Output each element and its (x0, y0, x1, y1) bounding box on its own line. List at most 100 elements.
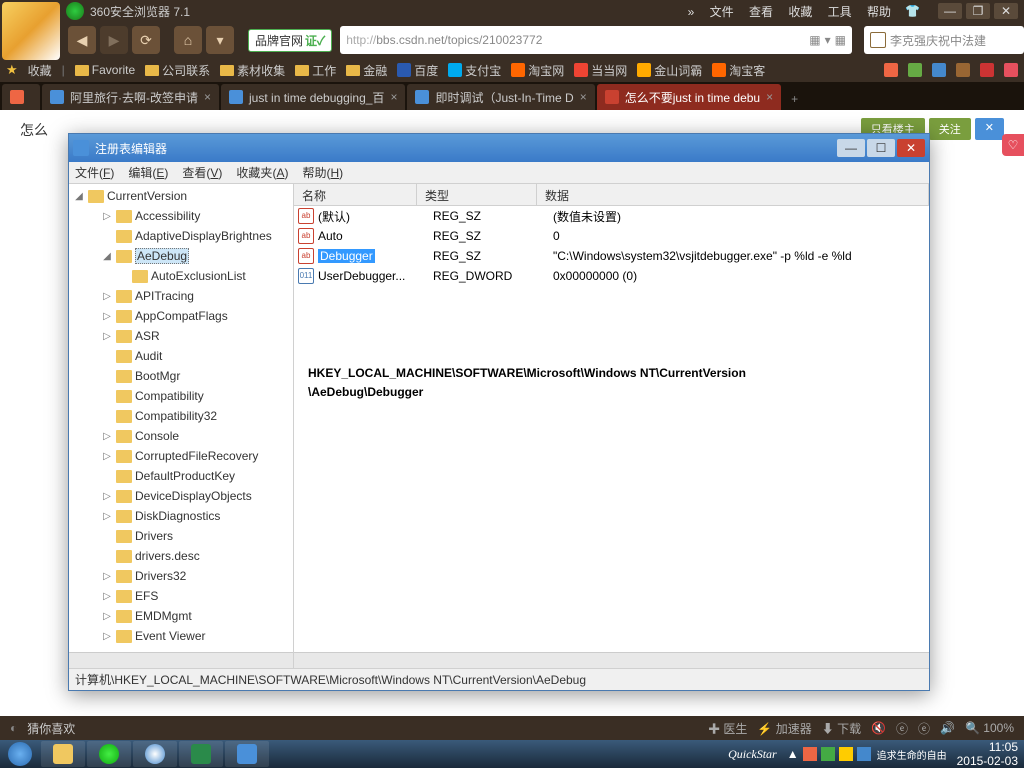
tree-node[interactable]: AutoExclusionList (69, 266, 293, 286)
menu-tools[interactable]: 工具 (828, 5, 852, 19)
download-button[interactable]: ⬇ 下载 (822, 720, 861, 737)
ext-icon[interactable] (1004, 63, 1018, 77)
tree-node[interactable]: ▷EFS (69, 586, 293, 606)
bookmark-baidu[interactable]: 百度 (397, 62, 438, 79)
bookmark-company[interactable]: 公司联系 (145, 62, 210, 79)
go-icon[interactable]: ▦ (835, 33, 846, 47)
task-360browser[interactable] (87, 741, 131, 767)
tree-node[interactable]: Compatibility32 (69, 406, 293, 426)
tree-node[interactable]: ◢AeDebug (69, 246, 293, 266)
tree-node[interactable]: ▷AppCompatFlags (69, 306, 293, 326)
list-scrollbar[interactable] (294, 652, 929, 668)
tray-network-icon[interactable] (857, 747, 871, 761)
volume-icon[interactable]: 🔊 (940, 721, 955, 735)
menu-view[interactable]: 查看(V) (182, 164, 222, 181)
back-button[interactable]: ◀ (68, 26, 96, 54)
tray-icon[interactable] (803, 747, 817, 761)
ext-icon[interactable] (980, 63, 994, 77)
reload-button[interactable]: ⟳ (132, 26, 160, 54)
registry-value-row[interactable]: 011UserDebugger...REG_DWORD0x00000000 (0… (294, 266, 929, 286)
tree-node[interactable]: drivers.desc (69, 546, 293, 566)
col-type[interactable]: 类型 (417, 184, 537, 205)
bookmark-materials[interactable]: 素材收集 (220, 62, 285, 79)
dropdown-icon[interactable]: ▾ (825, 33, 831, 47)
registry-value-row[interactable]: ab(默认)REG_SZ(数值未设置) (294, 206, 929, 226)
follow-button[interactable]: 关注 (929, 118, 971, 140)
tab-baidu-jit[interactable]: just in time debugging_百× (221, 84, 405, 110)
tree-scrollbar[interactable] (69, 652, 293, 668)
menu-favorites[interactable]: 收藏 (788, 5, 812, 19)
tab-jit-debug[interactable]: 即时调试（Just-In-Time D× (407, 84, 594, 110)
bookmark-favorite[interactable]: Favorite (75, 63, 135, 77)
maximize-button[interactable]: ☐ (867, 139, 895, 157)
search-input[interactable]: 李克强庆祝中法建 (864, 26, 1024, 54)
accelerator-button[interactable]: ⚡ 加速器 (757, 720, 811, 737)
maximize-button[interactable]: ❐ (966, 3, 990, 19)
list-header[interactable]: 名称 类型 数据 (294, 184, 929, 206)
task-regedit[interactable] (225, 741, 269, 767)
menu-edit[interactable]: 编辑(E) (128, 164, 168, 181)
tree-node-currentversion[interactable]: ◢CurrentVersion (69, 186, 293, 206)
tree-node[interactable]: ▷DiskDiagnostics (69, 506, 293, 526)
menu-file[interactable]: 文件 (710, 5, 734, 19)
new-tab-button[interactable]: + (783, 88, 806, 110)
tree-node[interactable]: AdaptiveDisplayBrightnes (69, 226, 293, 246)
tab-close-icon[interactable]: × (580, 90, 587, 104)
tree-node[interactable]: Compatibility (69, 386, 293, 406)
menu-view[interactable]: 查看 (749, 5, 773, 19)
ext-icon[interactable] (884, 63, 898, 77)
menu-more[interactable]: » (688, 5, 695, 19)
stop-button[interactable]: ▾ (206, 26, 234, 54)
tree-node[interactable]: ▷DeviceDisplayObjects (69, 486, 293, 506)
tree-node[interactable]: Audit (69, 346, 293, 366)
qr-icon[interactable]: ▦ (809, 33, 820, 47)
skin-icon[interactable]: 👕 (905, 4, 920, 18)
menu-file[interactable]: 文件(F) (75, 164, 114, 181)
tray-icon[interactable] (821, 747, 835, 761)
bookmark-work[interactable]: 工作 (295, 62, 336, 79)
doctor-button[interactable]: ✚ 医生 (708, 720, 747, 737)
tree-node[interactable]: ▷ASR (69, 326, 293, 346)
tree-node[interactable]: Drivers (69, 526, 293, 546)
forward-button[interactable]: ▶ (100, 26, 128, 54)
regedit-titlebar[interactable]: 注册表编辑器 — ☐ ✕ (69, 134, 929, 162)
url-input[interactable]: http://bbs.csdn.net/topics/210023772 ▦ ▾… (340, 26, 852, 54)
zoom-label[interactable]: 🔍 100% (965, 721, 1014, 735)
registry-tree[interactable]: ◢CurrentVersion ▷AccessibilityAdaptiveDi… (69, 184, 294, 668)
tree-node[interactable]: BootMgr (69, 366, 293, 386)
tab-alitrip[interactable]: 阿里旅行·去啊-改签申请× (42, 84, 219, 110)
ext-icon[interactable] (908, 63, 922, 77)
bookmark-dangdang[interactable]: 当当网 (574, 62, 627, 79)
tree-node[interactable]: ▷APITracing (69, 286, 293, 306)
registry-value-row[interactable]: abAutoREG_SZ0 (294, 226, 929, 246)
brand-badge[interactable]: 品牌官网 证✓ (248, 29, 332, 52)
tab-csdn[interactable]: 怎么不要just in time debu× (597, 84, 781, 110)
tab-close-icon[interactable]: × (766, 90, 773, 104)
close-panel-button[interactable]: ✕ (975, 118, 1004, 140)
guess-you-like[interactable]: 猜你喜欢 (27, 720, 75, 737)
tray-expand-icon[interactable]: ▲ (787, 747, 799, 761)
home-button[interactable]: ⌂ (174, 26, 202, 54)
tree-node[interactable]: ▷Accessibility (69, 206, 293, 226)
tree-node[interactable]: ▷Console (69, 426, 293, 446)
search-engine-icon[interactable] (870, 32, 886, 48)
favorites-label[interactable]: 收藏 (28, 62, 52, 79)
bookmark-kingsoft[interactable]: 金山词霸 (637, 62, 702, 79)
close-button[interactable]: ✕ (897, 139, 925, 157)
tab-pinned[interactable] (2, 84, 40, 110)
tree-node[interactable]: ▷Event Viewer (69, 626, 293, 646)
task-sogou[interactable] (133, 741, 177, 767)
favorites-star-icon[interactable]: ★ (6, 62, 18, 78)
col-name[interactable]: 名称 (294, 184, 417, 205)
tree-node[interactable]: DefaultProductKey (69, 466, 293, 486)
menu-help[interactable]: 帮助(H) (302, 164, 343, 181)
minimize-button[interactable]: — (938, 3, 962, 19)
minimize-button[interactable]: — (837, 139, 865, 157)
tree-node[interactable]: ▷EMDMgmt (69, 606, 293, 626)
ie-mode-icon[interactable]: ⓔ (896, 720, 908, 737)
ext-icon[interactable] (956, 63, 970, 77)
bookmark-taobaoke[interactable]: 淘宝客 (712, 62, 765, 79)
bookmark-taobao[interactable]: 淘宝网 (511, 62, 564, 79)
favorite-heart-button[interactable]: ♡ (1002, 134, 1024, 156)
menu-favorites[interactable]: 收藏夹(A) (236, 164, 288, 181)
